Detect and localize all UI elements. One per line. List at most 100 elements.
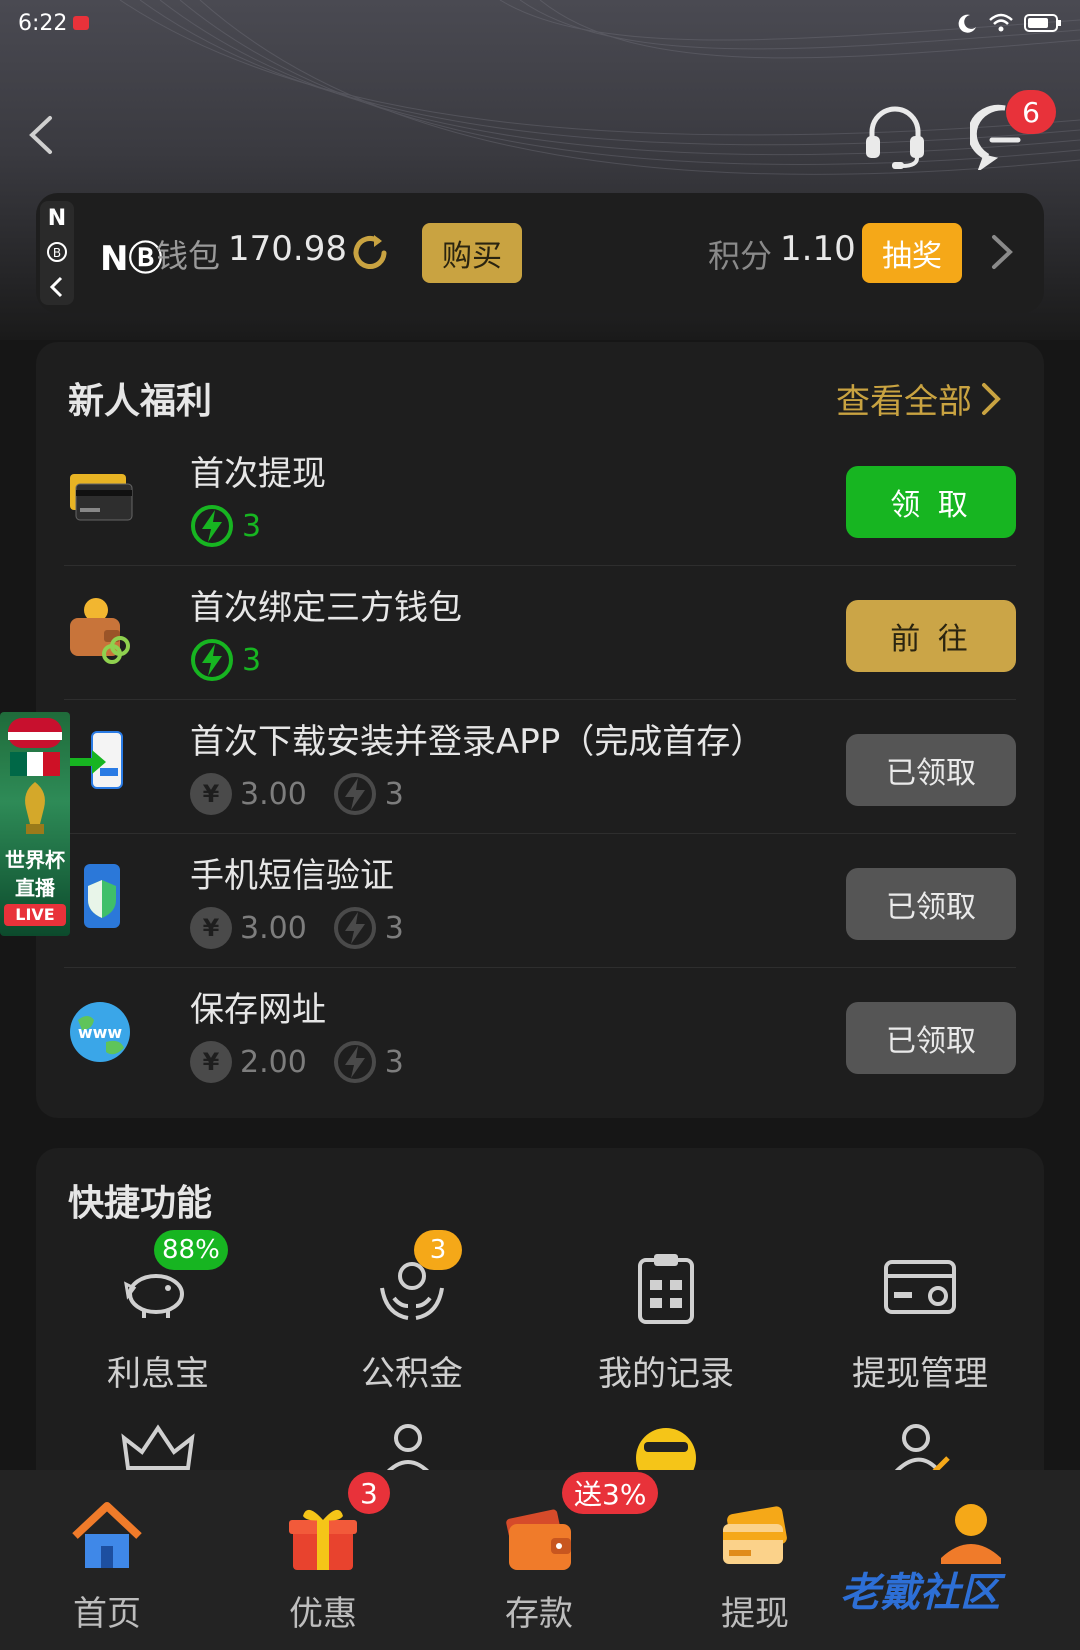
money-reward: 2.00 [240, 1044, 307, 1080]
headset-icon [866, 106, 924, 169]
claimed-button[interactable]: 已领取 [846, 1002, 1016, 1074]
wallet-label: 钱包 [156, 237, 221, 275]
customer-service-button[interactable] [860, 100, 930, 170]
bolt-reward: 3 [384, 910, 404, 946]
task-title: 首次提现 [190, 454, 326, 494]
wifi-icon [989, 13, 1013, 32]
chevron-right-icon [992, 235, 1013, 269]
user-icon [382, 1424, 434, 1478]
energy-bolt-icon [333, 1041, 376, 1083]
wallet-side-tab[interactable]: N B [40, 201, 74, 305]
task-rewards: 3 [190, 638, 261, 682]
nav-promotions[interactable]: 优惠 [248, 1496, 398, 1635]
points-value: 1.10 [780, 229, 856, 269]
task-row: 首次提现 3 领 取 [64, 432, 1016, 566]
nav-withdraw[interactable]: 提现 [680, 1496, 830, 1635]
bolt-reward: 3 [242, 508, 262, 544]
bolt-reward: 3 [384, 1044, 404, 1080]
quick-item-label: 提现管理 [852, 1354, 988, 1394]
clipboard-icon [638, 1254, 694, 1324]
task-rewards: 3 [190, 504, 261, 548]
wallet-detail-button[interactable] [986, 229, 1016, 275]
task-title: 保存网址 [190, 990, 326, 1030]
world-cup-live-banner[interactable]: 世界杯 直播 LIVE [0, 712, 70, 936]
home-icon [72, 1502, 142, 1568]
chevron-left-small-icon [49, 276, 63, 297]
new-user-welfare-card: 新人福利 查看全部 首次提现 3 领 取 首次绑定三方钱包 3 前 往 首次下载… [36, 342, 1044, 1118]
status-icons [956, 12, 1062, 34]
lottery-button[interactable]: 抽奖 [862, 223, 962, 283]
wallet-icon [506, 1509, 571, 1570]
emoji-icon [636, 1428, 696, 1478]
energy-bolt-icon [191, 639, 233, 681]
points-label: 积分 [708, 237, 773, 275]
app-download-icon [64, 722, 136, 802]
live-banner-line2: 直播 [15, 876, 55, 900]
buy-button[interactable]: 购买 [422, 223, 522, 283]
card-settings-icon [884, 1260, 956, 1314]
task-row: 手机短信验证 ¥ 3.00 3 已领取 [64, 834, 1016, 968]
go-button[interactable]: 前 往 [846, 600, 1016, 672]
claim-button[interactable]: 领 取 [846, 466, 1016, 538]
www-globe-icon: www [64, 990, 136, 1070]
nav-label: 存款 [505, 1594, 573, 1634]
wallet-link-icon [64, 588, 136, 668]
fund-count-badge: 3 [414, 1230, 462, 1270]
energy-bolt-icon [333, 773, 376, 815]
nav-deposit[interactable]: 存款 [464, 1496, 614, 1635]
back-button[interactable] [20, 110, 64, 160]
welfare-title: 新人福利 [68, 381, 213, 422]
sms-verify-icon [64, 856, 136, 936]
nb-side-logo: N [47, 206, 67, 232]
nav-home[interactable]: 首页 [32, 1496, 182, 1635]
quick-title: 快捷功能 [68, 1183, 213, 1224]
yuan-coin-icon: ¥ [190, 907, 232, 949]
task-rewards: ¥ 3.00 3 [190, 906, 404, 950]
quick-item-label: 我的记录 [598, 1354, 734, 1394]
claimed-button[interactable]: 已领取 [846, 734, 1016, 806]
card-icon [723, 1506, 787, 1564]
status-time: 6:22 [18, 10, 68, 36]
money-reward: 3.00 [240, 776, 307, 812]
money-reward: 3.00 [240, 910, 307, 946]
user-edit-icon [890, 1424, 950, 1478]
bank-card-icon [64, 454, 136, 534]
quick-item-interest[interactable]: 利息宝 [58, 1248, 258, 1395]
energy-bolt-icon [191, 505, 233, 547]
quick-item-label: 利息宝 [107, 1354, 209, 1394]
nb-logo: NⒷ [100, 239, 163, 279]
task-rewards: ¥ 2.00 3 [190, 1040, 404, 1084]
task-row: www 保存网址 ¥ 2.00 3 已领取 [64, 968, 1016, 1102]
view-all-link[interactable]: 查看全部 [836, 374, 1004, 423]
chevron-left-icon [29, 116, 52, 154]
moon-icon [958, 14, 976, 33]
deposit-bonus-badge: 送3% [562, 1472, 659, 1514]
trophy-flags-icon [8, 718, 62, 834]
task-row: 首次下载安装并登录APP（完成首存） ¥ 3.00 3 已领取 [64, 700, 1016, 834]
interest-rate-badge: 88% [154, 1230, 228, 1270]
live-badge: LIVE [4, 904, 66, 926]
promotions-badge: 3 [348, 1472, 390, 1514]
b-circle-icon: B [47, 242, 67, 263]
status-bar: 6:22 [0, 0, 1080, 46]
yuan-coin-icon: ¥ [190, 773, 232, 815]
quick-item-withdraw-manage[interactable]: 提现管理 [820, 1248, 1020, 1395]
energy-bolt-icon [333, 907, 376, 949]
task-title: 首次绑定三方钱包 [190, 588, 462, 628]
quick-item-fund[interactable]: 公积金 [312, 1248, 512, 1395]
nav-label: 首页 [73, 1594, 141, 1634]
svg-text:www: www [78, 1023, 123, 1042]
message-count-badge: 6 [1006, 90, 1056, 134]
quick-item-records[interactable]: 我的记录 [566, 1248, 766, 1395]
svg-text:B: B [53, 246, 61, 260]
nav-label: 提现 [721, 1594, 789, 1634]
gift-icon [289, 1509, 357, 1570]
yuan-coin-icon: ¥ [190, 1041, 232, 1083]
task-rewards: ¥ 3.00 3 [190, 772, 404, 816]
live-banner-line1: 世界杯 [5, 848, 65, 872]
battery-icon [1024, 14, 1061, 32]
task-title: 手机短信验证 [190, 856, 394, 896]
wallet-card: N B NⒷ 钱包 170.98 购买 积分 1.10 抽奖 [36, 193, 1044, 313]
refresh-button[interactable] [348, 231, 392, 275]
claimed-button[interactable]: 已领取 [846, 868, 1016, 940]
